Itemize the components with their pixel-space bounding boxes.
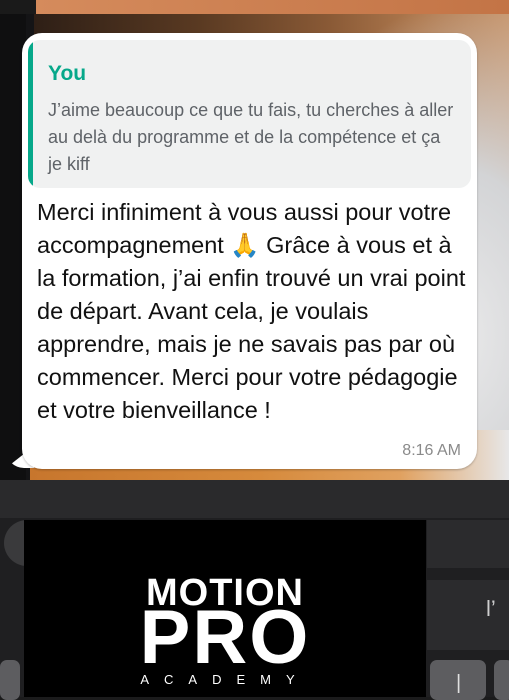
message-timestamp: 8:16 AM bbox=[402, 442, 461, 459]
background-top-edge bbox=[0, 0, 509, 14]
message-bubble[interactable]: You J’aime beaucoup ce que tu fais, tu c… bbox=[22, 33, 477, 469]
quote-author: You bbox=[48, 62, 87, 85]
logo-line-academy: ACADEMY bbox=[140, 672, 310, 687]
keyboard-key-label: | bbox=[456, 672, 462, 694]
keyboard-key[interactable] bbox=[494, 660, 509, 700]
quoted-reply[interactable]: You J’aime beaucoup ce que tu fais, tu c… bbox=[28, 40, 471, 188]
logo-line-pro: PRO bbox=[139, 595, 311, 680]
keyboard-key-label: l’ bbox=[486, 596, 496, 621]
motion-pro-academy-logo: MOTION PRO ACADEMY bbox=[24, 520, 426, 697]
keyboard-key[interactable] bbox=[427, 580, 509, 650]
quote-text: J’aime beaucoup ce que tu fais, tu cherc… bbox=[48, 100, 454, 174]
quote-accent-bar bbox=[28, 40, 33, 188]
keyboard-key[interactable] bbox=[0, 660, 20, 700]
input-bar-strip bbox=[0, 480, 509, 518]
message-text: Merci infiniment à vous aussi pour votre… bbox=[37, 199, 466, 423]
keyboard-key[interactable] bbox=[427, 520, 509, 568]
